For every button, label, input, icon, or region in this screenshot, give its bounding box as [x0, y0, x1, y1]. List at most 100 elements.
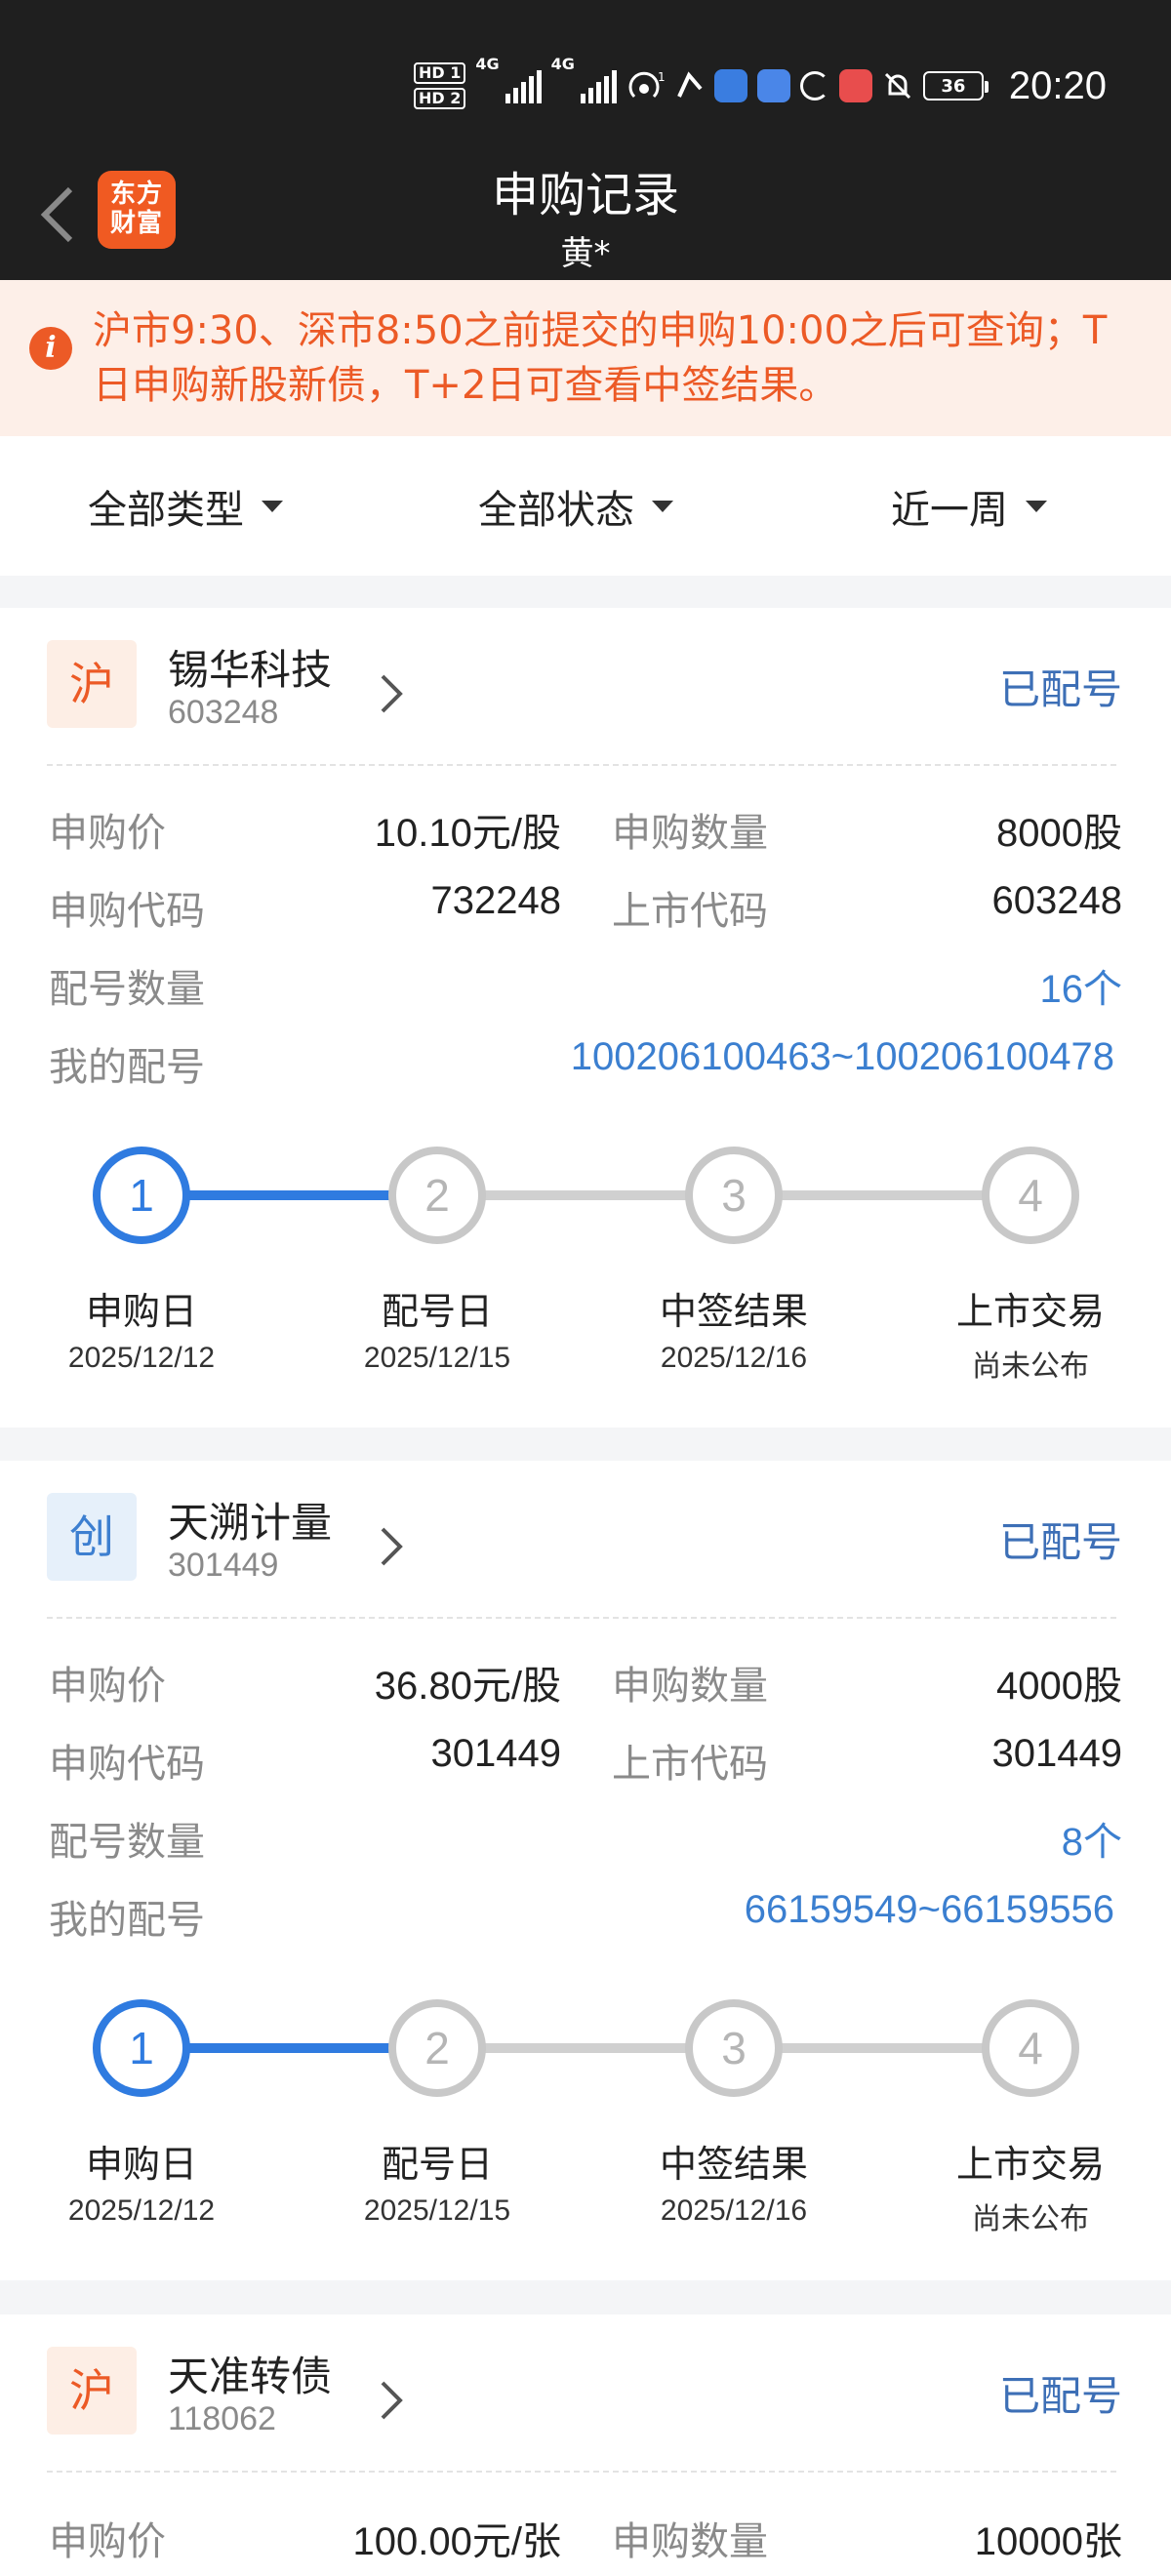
sub-code-value: 732248 [430, 879, 561, 922]
list-code-label: 上市代码 [612, 889, 768, 934]
match-count-label: 配号数量 [49, 967, 205, 1012]
list-code-value: 603248 [991, 879, 1122, 922]
filter-status[interactable]: 全部状态 [478, 478, 673, 535]
stock-code: 603248 [168, 694, 279, 731]
my-match-label: 我的配号 [49, 1045, 205, 1090]
filter-period[interactable]: 近一周 [891, 478, 1047, 535]
top-bar: HD 1 HD 2 4G 4G 1 36 20:20 东方 财富 申购记录 黄* [0, 0, 1171, 280]
battery-icon: 36 [922, 71, 989, 101]
my-match-value: 66159549~66159556 [744, 1888, 1114, 1931]
mute-icon [884, 72, 910, 100]
step-date: 尚未公布 [972, 1349, 1089, 1384]
step-1-circle: 1 [93, 1147, 190, 1244]
status-badge: 已配号 [998, 1518, 1122, 1566]
price-label: 申购价 [49, 1664, 166, 1709]
market-badge: 沪 [47, 640, 137, 728]
market-badge: 沪 [47, 2347, 137, 2435]
step-date: 2025/12/16 [660, 1342, 808, 1374]
stock-code: 301449 [168, 1547, 279, 1584]
match-count-value: 8个 [1061, 1821, 1122, 1864]
hd-icon: HD 1 HD 2 [414, 62, 466, 109]
caret-down-icon [652, 501, 673, 512]
step-4-circle: 4 [982, 1147, 1079, 1244]
status-badge: 已配号 [998, 665, 1122, 713]
step-date: 2025/12/15 [363, 2194, 511, 2227]
status-bar: HD 1 HD 2 4G 4G 1 36 20:20 [0, 0, 1171, 171]
caret-down-icon [262, 501, 283, 512]
qty-value: 4000股 [996, 1665, 1122, 1708]
sub-code-label: 申购代码 [49, 889, 205, 934]
step-date: 2025/12/12 [67, 2194, 216, 2227]
battery-level: 36 [941, 75, 966, 97]
step-name: 中签结果 [659, 1290, 808, 1333]
list-code-value: 301449 [991, 1732, 1122, 1775]
step-name: 上市交易 [955, 1290, 1105, 1333]
price-value: 36.80元/股 [374, 1665, 561, 1708]
stock-name[interactable]: 天准转债 [168, 2344, 332, 2403]
notice-text: 沪市9:30、深市8:50之前提交的申购10:00之后可查询；T日申购新股新债，… [93, 308, 1108, 408]
filter-bar: 全部类型 全部状态 近一周 [0, 436, 1171, 576]
network-type-label: 4G [475, 55, 500, 73]
step-date: 2025/12/15 [363, 1342, 511, 1374]
network-type-label: 4G [550, 55, 575, 73]
qty-label: 申购数量 [612, 2519, 768, 2564]
step-name: 配号日 [381, 1290, 493, 1333]
stock-name[interactable]: 天溯计量 [168, 1490, 332, 1550]
stock-name[interactable]: 锡华科技 [168, 637, 332, 697]
page-title: 申购记录 [491, 168, 679, 222]
divider [47, 764, 1116, 766]
account-name: 黄* [560, 234, 611, 273]
match-count-value: 16个 [1039, 968, 1123, 1011]
qty-value: 8000股 [996, 812, 1122, 855]
step-name: 上市交易 [955, 2143, 1105, 2186]
step-3-circle: 3 [685, 1999, 783, 2097]
divider [47, 2471, 1116, 2473]
chevron-right-icon[interactable] [377, 672, 406, 715]
step-date: 2025/12/16 [660, 2194, 808, 2227]
chevron-right-icon[interactable] [377, 2379, 406, 2422]
my-match-value: 100206100463~100206100478 [570, 1035, 1114, 1078]
notice-banner: i 沪市9:30、深市8:50之前提交的申购10:00之后可查询；T日申购新股新… [0, 280, 1171, 436]
record-card[interactable]: 沪 天准转债 118062 已配号 申购价 100.00元/张 申购数量 100… [0, 2314, 1171, 2576]
sub-code-label: 申购代码 [49, 1742, 205, 1787]
app-icon [713, 69, 747, 102]
list-code-label: 上市代码 [612, 1742, 768, 1787]
chevron-right-icon[interactable] [377, 1525, 406, 1568]
status-badge: 已配号 [998, 2372, 1122, 2420]
my-match-label: 我的配号 [49, 1898, 205, 1943]
price-value: 100.00元/张 [352, 2520, 561, 2563]
info-icon: i [29, 327, 72, 370]
record-card[interactable]: 创 天溯计量 301449 已配号 申购价 36.80元/股 申购数量 4000… [0, 1461, 1171, 2280]
market-badge: 创 [47, 1493, 137, 1581]
hotspot-icon: 1 [628, 70, 666, 99]
qty-label: 申购数量 [612, 1664, 768, 1709]
hd1-label: HD 1 [414, 62, 466, 84]
match-count-label: 配号数量 [49, 1820, 205, 1865]
step-1-circle: 1 [93, 1999, 190, 2097]
record-card[interactable]: 沪 锡华科技 603248 已配号 申购价 10.10元/股 申购数量 8000… [0, 608, 1171, 1428]
filter-period-label: 近一周 [891, 488, 1008, 533]
clock: 20:20 [1008, 64, 1107, 107]
divider [47, 1617, 1116, 1619]
caret-down-icon [1026, 501, 1047, 512]
app-icon [756, 69, 790, 102]
step-2-circle: 2 [388, 1999, 486, 2097]
app-header: 东方 财富 申购记录 黄* [0, 146, 1171, 280]
step-4-circle: 4 [982, 1999, 1079, 2097]
svg-text:1: 1 [658, 70, 666, 84]
step-name: 申购日 [85, 2143, 197, 2186]
nfc-icon [677, 71, 703, 98]
hd2-label: HD 2 [414, 88, 466, 109]
signal-icon [505, 68, 542, 103]
filter-type-label: 全部类型 [88, 488, 244, 533]
step-3-circle: 3 [685, 1147, 783, 1244]
step-date: 尚未公布 [972, 2202, 1089, 2236]
qty-label: 申购数量 [612, 811, 768, 856]
status-icons: HD 1 HD 2 4G 4G 1 36 [414, 55, 989, 117]
step-name: 申购日 [85, 1290, 197, 1333]
qty-value: 10000张 [974, 2520, 1122, 2563]
step-name: 配号日 [381, 2143, 493, 2186]
price-label: 申购价 [49, 2519, 166, 2564]
app-icon [838, 69, 872, 102]
filter-type[interactable]: 全部类型 [88, 478, 283, 535]
